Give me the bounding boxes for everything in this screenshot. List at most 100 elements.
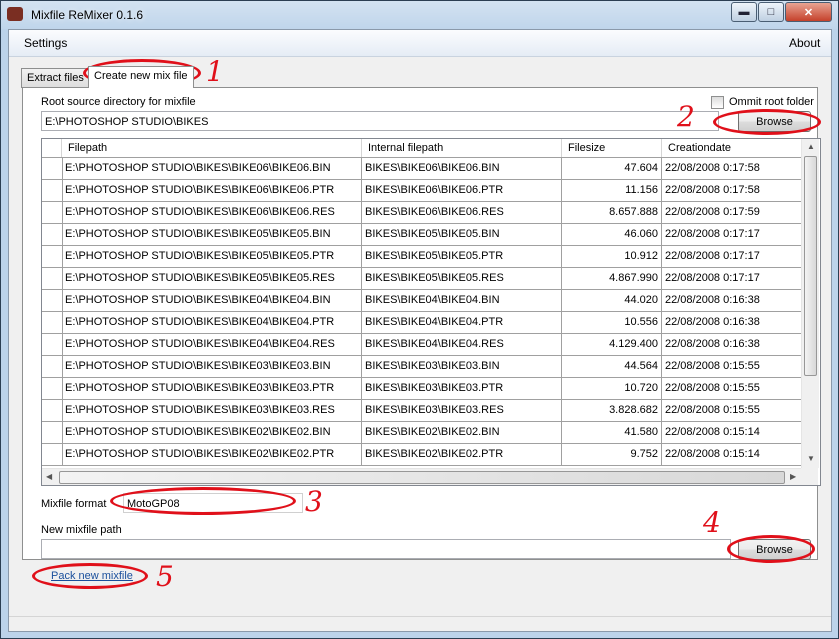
cell-filepath[interactable]: E:\PHOTOSHOP STUDIO\BIKES\BIKE05\BIKE05.…	[62, 224, 362, 245]
row-header[interactable]	[42, 246, 63, 267]
cell-filepath[interactable]: E:\PHOTOSHOP STUDIO\BIKES\BIKE02\BIKE02.…	[62, 422, 362, 443]
cell-filepath[interactable]: E:\PHOTOSHOP STUDIO\BIKES\BIKE03\BIKE03.…	[62, 400, 362, 421]
cell-filesize[interactable]: 44.020	[562, 290, 662, 311]
cell-creationdate[interactable]: 22/08/2008 0:17:17	[662, 224, 802, 245]
pack-new-mixfile-link[interactable]: Pack new mixfile	[51, 570, 133, 582]
row-header[interactable]	[42, 312, 63, 333]
cell-creationdate[interactable]: 22/08/2008 0:16:38	[662, 312, 802, 333]
cell-filesize[interactable]: 10.720	[562, 378, 662, 399]
row-header[interactable]	[42, 334, 63, 355]
row-header[interactable]	[42, 444, 63, 465]
cell-filepath[interactable]: E:\PHOTOSHOP STUDIO\BIKES\BIKE04\BIKE04.…	[62, 334, 362, 355]
close-button[interactable]: ✕	[785, 2, 832, 22]
table-row[interactable]: E:\PHOTOSHOP STUDIO\BIKES\BIKE03\BIKE03.…	[42, 400, 802, 422]
scroll-down-icon[interactable]: ▼	[807, 454, 815, 463]
row-header[interactable]	[42, 202, 63, 223]
table-row[interactable]: E:\PHOTOSHOP STUDIO\BIKES\BIKE04\BIKE04.…	[42, 312, 802, 334]
cell-filepath[interactable]: E:\PHOTOSHOP STUDIO\BIKES\BIKE03\BIKE03.…	[62, 378, 362, 399]
header-filepath[interactable]: Filepath	[62, 139, 362, 157]
cell-internal-filepath[interactable]: BIKES\BIKE03\BIKE03.RES	[362, 400, 562, 421]
row-header[interactable]	[42, 378, 63, 399]
cell-filepath[interactable]: E:\PHOTOSHOP STUDIO\BIKES\BIKE04\BIKE04.…	[62, 290, 362, 311]
cell-internal-filepath[interactable]: BIKES\BIKE06\BIKE06.PTR	[362, 180, 562, 201]
cell-creationdate[interactable]: 22/08/2008 0:17:59	[662, 202, 802, 223]
table-row[interactable]: E:\PHOTOSHOP STUDIO\BIKES\BIKE05\BIKE05.…	[42, 268, 802, 290]
row-header[interactable]	[42, 180, 63, 201]
source-browse-button[interactable]: Browse	[738, 111, 811, 132]
cell-filesize[interactable]: 44.564	[562, 356, 662, 377]
scroll-left-icon[interactable]: ◀	[46, 472, 52, 481]
table-row[interactable]: E:\PHOTOSHOP STUDIO\BIKES\BIKE05\BIKE05.…	[42, 224, 802, 246]
horizontal-scroll-thumb[interactable]	[59, 471, 785, 484]
minimize-button[interactable]: ▬	[731, 2, 757, 22]
cell-internal-filepath[interactable]: BIKES\BIKE05\BIKE05.PTR	[362, 246, 562, 267]
header-internal-filepath[interactable]: Internal filepath	[362, 139, 562, 157]
table-row[interactable]: E:\PHOTOSHOP STUDIO\BIKES\BIKE06\BIKE06.…	[42, 158, 802, 180]
cell-filepath[interactable]: E:\PHOTOSHOP STUDIO\BIKES\BIKE03\BIKE03.…	[62, 356, 362, 377]
cell-filesize[interactable]: 4.867.990	[562, 268, 662, 289]
cell-creationdate[interactable]: 22/08/2008 0:15:14	[662, 422, 802, 443]
cell-creationdate[interactable]: 22/08/2008 0:17:58	[662, 180, 802, 201]
cell-internal-filepath[interactable]: BIKES\BIKE04\BIKE04.BIN	[362, 290, 562, 311]
cell-internal-filepath[interactable]: BIKES\BIKE04\BIKE04.RES	[362, 334, 562, 355]
table-row[interactable]: E:\PHOTOSHOP STUDIO\BIKES\BIKE05\BIKE05.…	[42, 246, 802, 268]
scroll-up-icon[interactable]: ▲	[807, 142, 815, 151]
vertical-scroll-thumb[interactable]	[804, 156, 817, 376]
cell-internal-filepath[interactable]: BIKES\BIKE02\BIKE02.BIN	[362, 422, 562, 443]
table-row[interactable]: E:\PHOTOSHOP STUDIO\BIKES\BIKE02\BIKE02.…	[42, 422, 802, 444]
table-row[interactable]: E:\PHOTOSHOP STUDIO\BIKES\BIKE02\BIKE02.…	[42, 444, 802, 466]
new-mixfile-path-input[interactable]	[41, 539, 731, 559]
cell-filepath[interactable]: E:\PHOTOSHOP STUDIO\BIKES\BIKE05\BIKE05.…	[62, 246, 362, 267]
menu-about[interactable]: About	[789, 36, 820, 50]
table-row[interactable]: E:\PHOTOSHOP STUDIO\BIKES\BIKE03\BIKE03.…	[42, 378, 802, 400]
cell-internal-filepath[interactable]: BIKES\BIKE05\BIKE05.BIN	[362, 224, 562, 245]
source-dir-input[interactable]: E:\PHOTOSHOP STUDIO\BIKES	[41, 111, 719, 131]
cell-filesize[interactable]: 10.912	[562, 246, 662, 267]
cell-creationdate[interactable]: 22/08/2008 0:15:55	[662, 356, 802, 377]
cell-filesize[interactable]: 9.752	[562, 444, 662, 465]
table-row[interactable]: E:\PHOTOSHOP STUDIO\BIKES\BIKE04\BIKE04.…	[42, 334, 802, 356]
scroll-right-icon[interactable]: ▶	[790, 472, 796, 481]
cell-filepath[interactable]: E:\PHOTOSHOP STUDIO\BIKES\BIKE06\BIKE06.…	[62, 202, 362, 223]
cell-internal-filepath[interactable]: BIKES\BIKE06\BIKE06.BIN	[362, 158, 562, 179]
row-header[interactable]	[42, 268, 63, 289]
cell-creationdate[interactable]: 22/08/2008 0:17:17	[662, 246, 802, 267]
row-header[interactable]	[42, 290, 63, 311]
cell-filesize[interactable]: 46.060	[562, 224, 662, 245]
cell-filepath[interactable]: E:\PHOTOSHOP STUDIO\BIKES\BIKE05\BIKE05.…	[62, 268, 362, 289]
cell-creationdate[interactable]: 22/08/2008 0:17:58	[662, 158, 802, 179]
omit-root-checkbox[interactable]	[711, 96, 724, 109]
cell-filesize[interactable]: 11.156	[562, 180, 662, 201]
cell-creationdate[interactable]: 22/08/2008 0:15:55	[662, 378, 802, 399]
cell-filesize[interactable]: 47.604	[562, 158, 662, 179]
row-header[interactable]	[42, 400, 63, 421]
cell-creationdate[interactable]: 22/08/2008 0:17:17	[662, 268, 802, 289]
table-row[interactable]: E:\PHOTOSHOP STUDIO\BIKES\BIKE04\BIKE04.…	[42, 290, 802, 312]
maximize-button[interactable]: □	[758, 2, 784, 22]
cell-internal-filepath[interactable]: BIKES\BIKE06\BIKE06.RES	[362, 202, 562, 223]
cell-filepath[interactable]: E:\PHOTOSHOP STUDIO\BIKES\BIKE06\BIKE06.…	[62, 158, 362, 179]
cell-filesize[interactable]: 4.129.400	[562, 334, 662, 355]
row-header[interactable]	[42, 356, 63, 377]
row-header[interactable]	[42, 224, 63, 245]
title-bar[interactable]: Mixfile ReMixer 0.1.6 ▬ □ ✕	[1, 1, 838, 29]
cell-filesize[interactable]: 10.556	[562, 312, 662, 333]
table-row[interactable]: E:\PHOTOSHOP STUDIO\BIKES\BIKE06\BIKE06.…	[42, 180, 802, 202]
table-row[interactable]: E:\PHOTOSHOP STUDIO\BIKES\BIKE06\BIKE06.…	[42, 202, 802, 224]
output-browse-button[interactable]: Browse	[738, 539, 811, 560]
tab-extract-files[interactable]: Extract files	[21, 68, 90, 88]
cell-filepath[interactable]: E:\PHOTOSHOP STUDIO\BIKES\BIKE06\BIKE06.…	[62, 180, 362, 201]
cell-internal-filepath[interactable]: BIKES\BIKE02\BIKE02.PTR	[362, 444, 562, 465]
grid-horizontal-scrollbar[interactable]: ◀ ▶	[42, 468, 801, 485]
table-row[interactable]: E:\PHOTOSHOP STUDIO\BIKES\BIKE03\BIKE03.…	[42, 356, 802, 378]
cell-filesize[interactable]: 8.657.888	[562, 202, 662, 223]
cell-internal-filepath[interactable]: BIKES\BIKE03\BIKE03.BIN	[362, 356, 562, 377]
header-filesize[interactable]: Filesize	[562, 139, 662, 157]
cell-filepath[interactable]: E:\PHOTOSHOP STUDIO\BIKES\BIKE04\BIKE04.…	[62, 312, 362, 333]
mixfile-format-select[interactable]: MotoGP08	[123, 493, 303, 513]
cell-internal-filepath[interactable]: BIKES\BIKE05\BIKE05.RES	[362, 268, 562, 289]
row-header[interactable]	[42, 158, 63, 179]
menu-settings[interactable]: Settings	[24, 36, 67, 50]
cell-filepath[interactable]: E:\PHOTOSHOP STUDIO\BIKES\BIKE02\BIKE02.…	[62, 444, 362, 465]
cell-internal-filepath[interactable]: BIKES\BIKE03\BIKE03.PTR	[362, 378, 562, 399]
